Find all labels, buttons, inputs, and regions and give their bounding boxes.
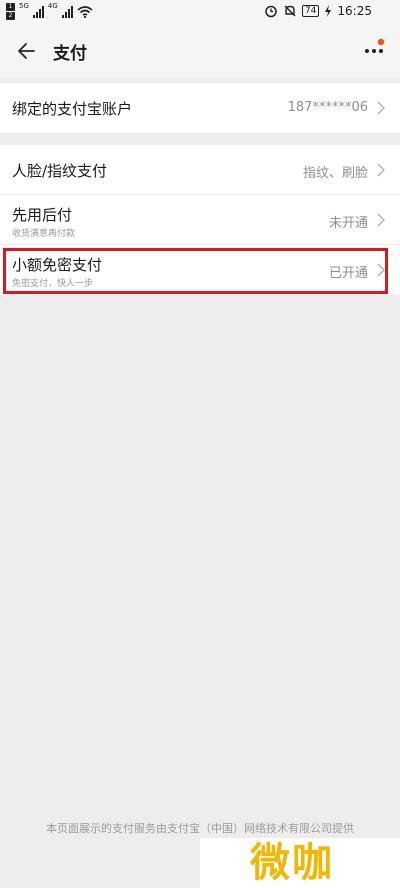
row-value: 未开通 <box>328 216 368 231</box>
bound-alipay-account-row[interactable]: 绑定的支付宝账户 187******06 <box>0 83 400 133</box>
watermark-logo: 微咖 <box>200 838 400 888</box>
payment-methods-section: 人脸/指纹支付 指纹、刷脸 先用后付 收货满意再付款 未开通 小额免密支付 免密… <box>0 145 400 295</box>
row-subtitle: 收货满意再付款 <box>12 229 76 239</box>
page-title: 支付 <box>53 44 87 64</box>
row-label: 小额免密支付 <box>12 256 103 274</box>
row-subtitle: 免密支付，快人一步 <box>12 279 94 289</box>
charging-icon <box>325 5 332 17</box>
top-app-bar: 支付 <box>0 26 400 78</box>
row-value: 指纹、刷脸 <box>302 166 368 181</box>
chevron-right-icon <box>377 263 386 277</box>
row-value: 187******06 <box>287 100 368 115</box>
account-section: 绑定的支付宝账户 187******06 <box>0 83 400 133</box>
status-time: 16:25 <box>337 4 372 18</box>
notification-dot <box>377 38 385 46</box>
wifi-icon <box>77 5 93 18</box>
row-label: 先用后付 <box>12 206 73 224</box>
sim2-icon: 2 <box>6 12 15 20</box>
footer-notice: 本页面展示的支付服务由支付宝（中国）网络技术有限公司提供 <box>46 822 354 835</box>
mute-bell-icon <box>284 5 296 17</box>
battery-indicator: 74 <box>301 5 320 17</box>
more-options-icon[interactable] <box>362 36 386 60</box>
network-label-2: 4G <box>47 1 58 10</box>
alarm-icon <box>265 5 277 18</box>
face-fingerprint-pay-row[interactable]: 人脸/指纹支付 指纹、刷脸 <box>0 145 400 195</box>
sim1-icon: 1 <box>6 3 15 11</box>
network-label-1: 5G <box>19 1 29 10</box>
signal-icon-2 <box>61 5 73 18</box>
sim-indicators: 1 2 <box>6 3 15 20</box>
row-label: 绑定的支付宝账户 <box>12 100 133 118</box>
signal-icon-1 <box>32 5 44 18</box>
chevron-right-icon <box>377 101 386 115</box>
chevron-right-icon <box>377 213 386 227</box>
small-password-free-pay-row[interactable]: 小额免密支付 免密支付，快人一步 已开通 <box>0 245 400 295</box>
chevron-right-icon <box>377 163 386 177</box>
status-bar: 1 2 5G 4G 74 16:25 <box>0 0 400 26</box>
row-label: 人脸/指纹支付 <box>12 162 108 180</box>
pay-later-row[interactable]: 先用后付 收货满意再付款 未开通 <box>0 195 400 245</box>
row-value: 已开通 <box>328 266 368 281</box>
watermark-text: 微咖 <box>250 840 334 886</box>
back-arrow-icon[interactable] <box>14 38 40 64</box>
